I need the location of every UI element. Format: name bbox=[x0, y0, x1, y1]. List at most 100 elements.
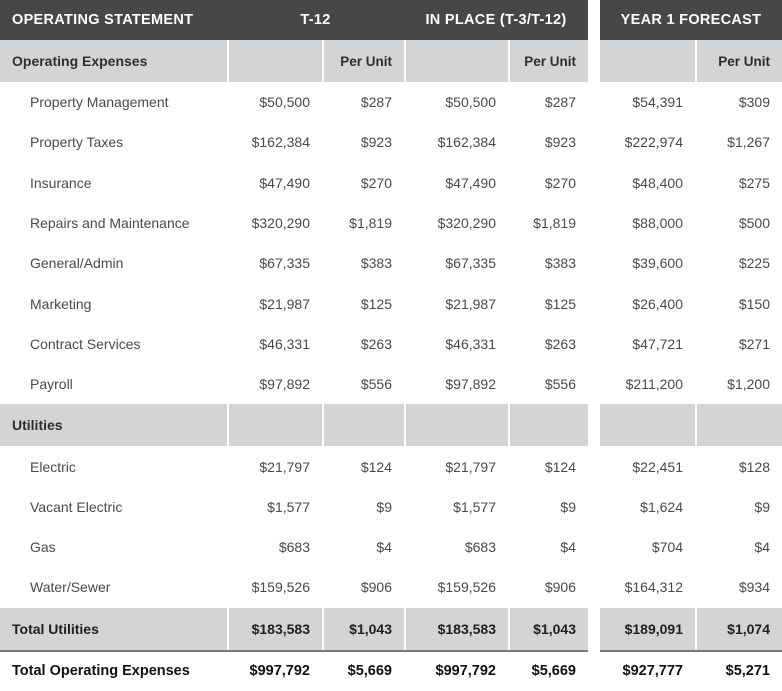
total-t12-per-unit: $1,043 bbox=[322, 607, 404, 650]
column-group-gap bbox=[588, 323, 600, 365]
column-group-gap bbox=[588, 404, 600, 447]
grand-total-year1-per-unit: $5,271 bbox=[695, 649, 782, 691]
cell-year1-per-unit: $500 bbox=[695, 202, 782, 244]
cell-in-place-value: $97,892 bbox=[404, 364, 508, 405]
cell-t12-value: $47,490 bbox=[227, 162, 322, 203]
grand-total-in-place-value: $997,792 bbox=[404, 649, 508, 691]
cell-in-place-per-unit: $263 bbox=[508, 323, 588, 365]
cell-in-place-value: $320,290 bbox=[404, 202, 508, 244]
cell-in-place-value: $47,490 bbox=[404, 162, 508, 203]
cell-in-place-value: $162,384 bbox=[404, 122, 508, 163]
total-in-place-per-unit: $1,043 bbox=[508, 607, 588, 650]
column-group-gap bbox=[588, 0, 600, 40]
cell-t12-value: $67,335 bbox=[227, 243, 322, 284]
cell-year1-value: $164,312 bbox=[600, 567, 695, 608]
cell-in-place-per-unit: $270 bbox=[508, 162, 588, 203]
column-group-gap bbox=[588, 283, 600, 324]
cell-in-place-per-unit: $287 bbox=[508, 82, 588, 123]
table-row: Repairs and Maintenance $320,290 $1,819 $32… bbox=[0, 202, 782, 244]
subheader-t12-value bbox=[227, 40, 322, 82]
row-label: Electric bbox=[0, 446, 227, 487]
cell-t12-value: $21,797 bbox=[227, 446, 322, 487]
subheader-year1-value bbox=[600, 404, 695, 447]
cell-t12-per-unit: $263 bbox=[322, 323, 404, 365]
cell-t12-per-unit: $556 bbox=[322, 364, 404, 405]
cell-year1-value: $704 bbox=[600, 526, 695, 568]
cell-year1-per-unit: $309 bbox=[695, 82, 782, 123]
table-row: Electric $21,797 $124 $21,797 $124 $22,451 $12… bbox=[0, 446, 782, 487]
cell-t12-per-unit: $125 bbox=[322, 283, 404, 324]
subheader-year1-value bbox=[600, 40, 695, 82]
subheader-year1-per-unit bbox=[695, 404, 782, 447]
cell-in-place-value: $46,331 bbox=[404, 323, 508, 365]
cell-in-place-per-unit: $4 bbox=[508, 526, 588, 568]
total-utilities-row: Total Utilities $183,583 $1,043 $183,583… bbox=[0, 607, 782, 650]
cell-year1-value: $39,600 bbox=[600, 243, 695, 284]
column-group-gap bbox=[588, 40, 600, 82]
cell-year1-per-unit: $225 bbox=[695, 243, 782, 284]
cell-year1-per-unit: $150 bbox=[695, 283, 782, 324]
table-row: Vacant Electric $1,577 $9 $1,577 $9 $1,624 $9 bbox=[0, 486, 782, 527]
row-label: Contract Services bbox=[0, 323, 227, 365]
cell-t12-value: $162,384 bbox=[227, 122, 322, 163]
total-year1-per-unit: $1,074 bbox=[695, 607, 782, 650]
column-group-gap bbox=[588, 526, 600, 568]
cell-t12-per-unit: $383 bbox=[322, 243, 404, 284]
cell-in-place-per-unit: $9 bbox=[508, 486, 588, 527]
cell-year1-value: $22,451 bbox=[600, 446, 695, 487]
column-group-gap bbox=[588, 649, 600, 691]
row-label: Water/Sewer bbox=[0, 567, 227, 608]
cell-t12-per-unit: $270 bbox=[322, 162, 404, 203]
cell-t12-per-unit: $9 bbox=[322, 486, 404, 527]
row-label: General/Admin bbox=[0, 243, 227, 284]
column-group-gap bbox=[588, 446, 600, 487]
section-header-utilities: Utilities bbox=[0, 404, 782, 447]
cell-t12-per-unit: $124 bbox=[322, 446, 404, 487]
cell-year1-per-unit: $1,267 bbox=[695, 122, 782, 163]
cell-year1-value: $48,400 bbox=[600, 162, 695, 203]
cell-year1-value: $211,200 bbox=[600, 364, 695, 405]
cell-year1-value: $88,000 bbox=[600, 202, 695, 244]
cell-in-place-per-unit: $556 bbox=[508, 364, 588, 405]
header-operating-statement: OPERATING STATEMENT bbox=[0, 0, 227, 40]
cell-t12-value: $46,331 bbox=[227, 323, 322, 365]
row-label: Property Taxes bbox=[0, 122, 227, 163]
row-label: Payroll bbox=[0, 364, 227, 405]
table-row: Property Taxes $162,384 $923 $162,384 $923 $2… bbox=[0, 122, 782, 163]
column-group-gap bbox=[588, 122, 600, 163]
utilities-rows: Electric $21,797 $124 $21,797 $124 $22,451 $12… bbox=[0, 446, 782, 608]
cell-year1-per-unit: $934 bbox=[695, 567, 782, 608]
column-group-gap bbox=[588, 567, 600, 608]
total-t12-value: $183,583 bbox=[227, 607, 322, 650]
grand-total-year1-value: $927,777 bbox=[600, 649, 695, 691]
header-group-year-1-forecast: YEAR 1 FORECAST bbox=[600, 0, 782, 40]
row-label: Marketing bbox=[0, 283, 227, 324]
cell-t12-per-unit: $923 bbox=[322, 122, 404, 163]
cell-year1-value: $54,391 bbox=[600, 82, 695, 123]
cell-in-place-per-unit: $906 bbox=[508, 567, 588, 608]
total-operating-expenses-row: Total Operating Expenses $997,792 $5,669… bbox=[0, 649, 782, 691]
cell-t12-value: $159,526 bbox=[227, 567, 322, 608]
cell-in-place-value: $21,987 bbox=[404, 283, 508, 324]
cell-year1-per-unit: $4 bbox=[695, 526, 782, 568]
cell-in-place-value: $67,335 bbox=[404, 243, 508, 284]
column-group-gap bbox=[588, 82, 600, 123]
cell-t12-per-unit: $4 bbox=[322, 526, 404, 568]
table-row: Gas $683 $4 $683 $4 $704 $4 bbox=[0, 526, 782, 568]
cell-t12-per-unit: $906 bbox=[322, 567, 404, 608]
row-label: Gas bbox=[0, 526, 227, 568]
cell-in-place-value: $50,500 bbox=[404, 82, 508, 123]
table-row: Water/Sewer $159,526 $906 $159,526 $906 $164,… bbox=[0, 567, 782, 608]
cell-year1-value: $47,721 bbox=[600, 323, 695, 365]
cell-year1-per-unit: $275 bbox=[695, 162, 782, 203]
column-group-gap bbox=[588, 486, 600, 527]
row-label: Insurance bbox=[0, 162, 227, 203]
cell-year1-per-unit: $128 bbox=[695, 446, 782, 487]
column-group-gap bbox=[588, 243, 600, 284]
subheader-in-place-per-unit bbox=[508, 404, 588, 447]
cell-in-place-value: $1,577 bbox=[404, 486, 508, 527]
subheader-in-place-per-unit: Per Unit bbox=[508, 40, 588, 82]
cell-year1-per-unit: $271 bbox=[695, 323, 782, 365]
cell-year1-value: $222,974 bbox=[600, 122, 695, 163]
subheader-year1-per-unit: Per Unit bbox=[695, 40, 782, 82]
